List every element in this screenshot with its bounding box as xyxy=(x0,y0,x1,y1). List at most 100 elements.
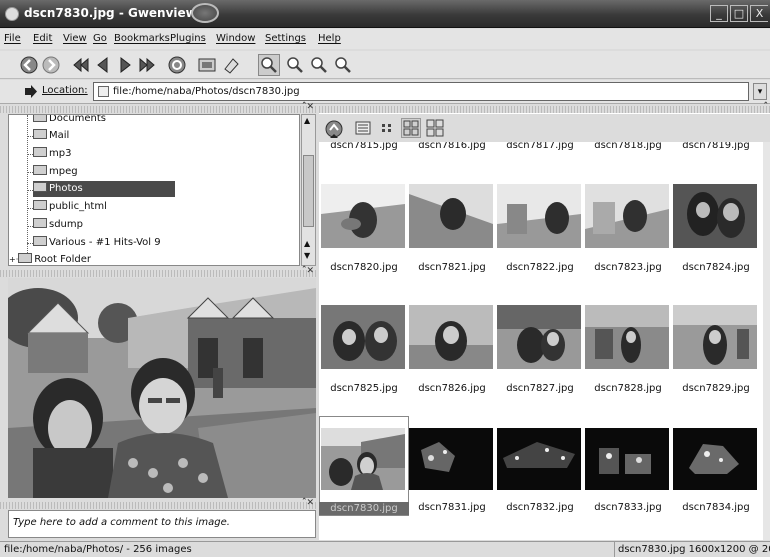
browser-pane-handle[interactable]: ˆ xyxy=(319,102,770,113)
thumbnail-image[interactable] xyxy=(321,305,405,369)
thumbnail-item[interactable]: dscn7818.jpg xyxy=(583,142,669,156)
scroll-up-icon[interactable]: ▲ xyxy=(304,239,310,248)
scrollbar-thumb[interactable] xyxy=(303,155,314,227)
thumbnail-image[interactable] xyxy=(585,305,669,369)
folder-icon xyxy=(18,253,33,263)
thumbnail-image[interactable] xyxy=(497,305,581,369)
thumbnail-item[interactable]: dscn7820.jpg xyxy=(319,184,405,306)
location-input[interactable]: file:/home/naba/Photos/dscn7830.jpg xyxy=(93,82,749,101)
thumbnail-item[interactable]: dscn7829.jpg xyxy=(671,305,757,427)
maximize-button[interactable]: □ xyxy=(730,5,748,22)
first-icon[interactable] xyxy=(70,54,92,76)
large-thumbs-icon[interactable] xyxy=(425,118,445,138)
zoom-fit-icon[interactable] xyxy=(258,54,280,76)
thumbnail-item[interactable]: dscn7823.jpg xyxy=(583,184,669,306)
folder-icon xyxy=(33,147,47,157)
tree-pane-handle[interactable]: ˆ✕ xyxy=(0,102,316,113)
slideshow-icon[interactable] xyxy=(196,54,218,76)
thumbnail-item[interactable]: dscn7831.jpg xyxy=(407,416,493,538)
reload-icon[interactable] xyxy=(166,54,188,76)
menu-help[interactable]: Help xyxy=(318,33,341,44)
menu-settings[interactable]: Settings xyxy=(265,33,306,44)
rotate-icon[interactable] xyxy=(220,54,242,76)
comment-pane-handle[interactable]: ˆ✕ xyxy=(0,498,316,509)
medium-thumbs-icon[interactable] xyxy=(401,118,421,138)
go-up-icon[interactable] xyxy=(323,118,343,138)
thumbnail-image[interactable] xyxy=(673,428,757,492)
menu-go[interactable]: Go xyxy=(93,33,107,44)
zoom-out-icon[interactable] xyxy=(308,54,330,76)
preview-pane-handle[interactable]: ˆ✕ xyxy=(0,266,316,277)
menu-bookmarks[interactable]: Bookmarks xyxy=(114,33,170,44)
menu-plugins[interactable]: Plugins xyxy=(170,33,206,44)
tree-scrollbar[interactable]: ▲ ▲ ▼ xyxy=(301,114,316,266)
thumbnail-item[interactable]: dscn7822.jpg xyxy=(495,184,581,306)
tree-item-photos[interactable]: Photos xyxy=(33,181,175,197)
forward-icon[interactable] xyxy=(40,54,62,76)
tree-item-mp3[interactable]: mp3 xyxy=(33,146,71,162)
details-view-icon[interactable] xyxy=(353,118,373,138)
thumbnail-item[interactable]: dscn7821.jpg xyxy=(407,184,493,306)
thumbnail-image[interactable] xyxy=(409,428,493,492)
thumbnail-scrollbar[interactable] xyxy=(763,142,770,540)
tree-item-sdump[interactable]: sdump xyxy=(33,217,83,233)
thumbnail-item[interactable]: dscn7828.jpg xyxy=(583,305,669,427)
thumbnail-item[interactable]: dscn7819.jpg xyxy=(671,142,757,156)
tree-item-root-folder[interactable]: +· Root Folder xyxy=(9,252,91,265)
thumbnail-image[interactable] xyxy=(497,428,581,492)
next-icon[interactable] xyxy=(114,54,136,76)
location-dropdown-button[interactable]: ▾ xyxy=(753,83,767,100)
status-folder-info: file:/home/naba/Photos/ - 256 images xyxy=(4,544,192,555)
tree-item-mail[interactable]: Mail xyxy=(33,128,69,144)
thumbnail-item[interactable]: dscn7825.jpg xyxy=(319,305,405,427)
comment-field[interactable]: Type here to add a comment to this image… xyxy=(8,510,316,538)
app-icon[interactable] xyxy=(5,7,19,21)
previous-icon[interactable] xyxy=(92,54,114,76)
close-pane-icon[interactable]: ˆ xyxy=(764,102,769,112)
location-value[interactable]: file:/home/naba/Photos/dscn7830.jpg xyxy=(113,86,300,97)
scroll-up-icon[interactable]: ▲ xyxy=(304,116,310,125)
thumbnail-item[interactable]: dscn7816.jpg xyxy=(407,142,493,156)
expand-icon[interactable]: +· xyxy=(9,255,18,264)
zoom-in-icon[interactable] xyxy=(284,54,306,76)
thumbnail-image[interactable] xyxy=(409,305,493,369)
thumbnail-image[interactable] xyxy=(321,184,405,248)
thumbnail-image[interactable] xyxy=(497,184,581,248)
thumbnail-item[interactable]: dscn7834.jpg xyxy=(671,416,757,538)
close-button[interactable]: X xyxy=(750,5,768,22)
thumbnail-image[interactable] xyxy=(673,184,757,248)
close-pane-icon[interactable]: ˆ✕ xyxy=(302,102,314,112)
thumbnail-item[interactable]: dscn7832.jpg xyxy=(495,416,581,538)
menu-edit[interactable]: Edit xyxy=(33,33,52,44)
window-title: dscn7830.jpg - Gwenview xyxy=(24,6,197,20)
tree-item-public-html[interactable]: public_html xyxy=(33,199,107,215)
thumbnail-item[interactable]: dscn7815.jpg xyxy=(319,142,405,156)
thumbnail-item[interactable]: dscn7824.jpg xyxy=(671,184,757,306)
thumbnail-item[interactable]: dscn7833.jpg xyxy=(583,416,669,538)
close-pane-icon[interactable]: ˆ✕ xyxy=(302,498,314,508)
zoom-reset-icon[interactable] xyxy=(332,54,354,76)
close-pane-icon[interactable]: ˆ✕ xyxy=(302,266,314,276)
thumbnail-item[interactable]: dscn7817.jpg xyxy=(495,142,581,156)
thumbnail-image[interactable] xyxy=(321,428,405,492)
menu-window[interactable]: Window xyxy=(216,33,255,44)
last-icon[interactable] xyxy=(136,54,158,76)
tree-item-mpeg[interactable]: mpeg xyxy=(33,164,78,180)
thumbnail-image[interactable] xyxy=(585,428,669,492)
tree-item-documents[interactable]: Documents xyxy=(33,115,106,127)
small-thumbs-icon[interactable] xyxy=(377,118,397,138)
back-icon[interactable] xyxy=(18,54,40,76)
thumbnail-image[interactable] xyxy=(585,184,669,248)
tree-item-various[interactable]: Various - #1 Hits-Vol 9 xyxy=(33,235,161,251)
status-image-info: dscn7830.jpg 1600x1200 @ 20% xyxy=(614,542,770,557)
thumbnail-item-selected[interactable]: dscn7830.jpg xyxy=(319,416,409,538)
thumbnail-item[interactable]: dscn7826.jpg xyxy=(407,305,493,427)
minimize-button[interactable]: _ xyxy=(710,5,728,22)
thumbnail-item[interactable]: dscn7827.jpg xyxy=(495,305,581,427)
menu-file[interactable]: File xyxy=(4,33,21,44)
thumbnail-image[interactable] xyxy=(673,305,757,369)
image-preview[interactable] xyxy=(8,278,316,498)
thumbnail-image[interactable] xyxy=(409,184,493,248)
menu-view[interactable]: View xyxy=(63,33,87,44)
scroll-down-icon[interactable]: ▼ xyxy=(304,251,310,260)
